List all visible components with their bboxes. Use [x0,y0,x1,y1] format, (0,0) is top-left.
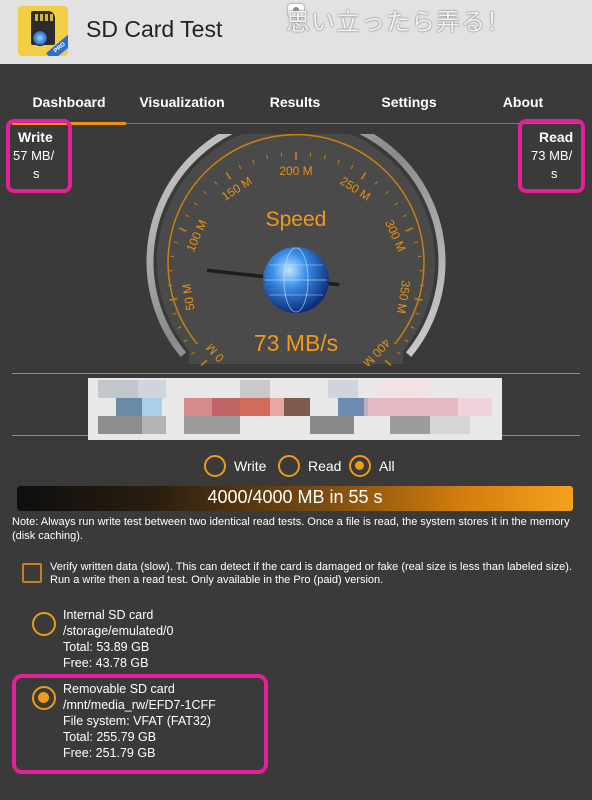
tab-visualization[interactable]: Visualization [126,94,238,110]
caching-note: Note: Always run write test between two … [12,516,570,542]
gauge-title: Speed [266,208,327,231]
watermark: 思い立ったら弄る！ [286,9,511,36]
tab-bar: Dashboard Visualization Results Settings… [0,64,592,125]
redacted-device-info [88,378,502,440]
read-highlight-box [518,119,585,193]
divider-right [502,435,580,436]
removable-sd-highlight-box [12,674,268,774]
gauge-readout: 73 MB/s [254,330,338,356]
tab-dashboard[interactable]: Dashboard [12,94,126,110]
write-highlight-box [6,119,72,193]
radio-read-circle[interactable] [278,455,300,477]
app-title: SD Card Test [86,16,223,42]
internal-sd-info[interactable]: Internal SD card /storage/emulated/0 Tot… [63,607,174,671]
verify-checkbox[interactable] [22,563,42,583]
app-bar: PRO SD Card Test 思い立ったら弄る！ [0,0,592,64]
internal-sd-name: Internal SD card [63,608,154,622]
radio-all[interactable]: All [349,454,395,478]
verify-label: Verify written data (slow). This can det… [50,561,572,586]
speed-gauge: 0 M 50 M 100 M 150 M 200 M 250 M 300 M 350 M 400… [145,112,447,370]
internal-sd-path: /storage/emulated/0 [63,624,174,638]
progress-text: 4000/4000 MB in 55 s [207,487,383,507]
gauge-svg: 0 M50 M100 M150 M200 M250 M300 M350 M400… [146,112,446,370]
internal-sd-total: Total: 53.89 GB [63,640,150,654]
app-icon: PRO [18,6,68,56]
internal-sd-radio[interactable] [32,612,56,636]
tab-divider [126,123,580,124]
radio-write[interactable]: Write [204,454,266,478]
radio-write-circle[interactable] [204,455,226,477]
gauge-tick-label: 200 M [279,164,312,178]
radio-read[interactable]: Read [278,454,341,478]
tab-results[interactable]: Results [238,94,352,110]
radio-read-label: Read [308,458,342,474]
radio-all-circle[interactable] [349,455,371,477]
tab-settings[interactable]: Settings [352,94,466,110]
divider-top [12,373,580,374]
internal-sd-free: Free: 43.78 GB [63,656,149,670]
progress-bar: 4000/4000 MB in 55 s [17,486,573,511]
radio-all-label: All [379,458,395,474]
divider-left [12,435,88,436]
tab-about[interactable]: About [466,94,580,110]
radio-write-label: Write [234,458,267,474]
globe-icon [32,30,48,46]
